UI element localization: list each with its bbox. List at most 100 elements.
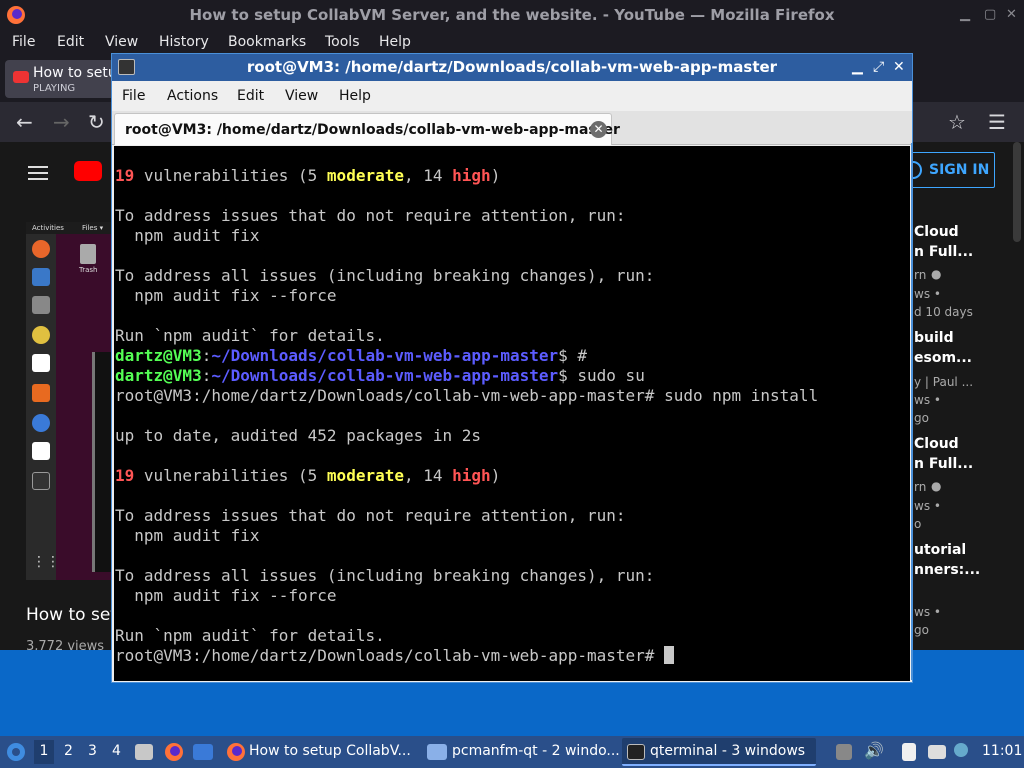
maximize-icon[interactable]: ▢ <box>984 0 996 30</box>
menu-edit[interactable]: Edit <box>237 88 264 104</box>
menu-file[interactable]: File <box>122 88 145 104</box>
page-scrollbar[interactable] <box>1013 142 1021 242</box>
update-icon[interactable] <box>954 743 968 757</box>
terminal-scrollbar[interactable] <box>911 143 913 680</box>
terminal-line: To address all issues (including breakin… <box>114 266 910 286</box>
task-qterminal[interactable]: qterminal - 3 windows <box>622 738 816 766</box>
menu-help[interactable]: Help <box>339 88 371 104</box>
rec-age: o <box>914 517 922 531</box>
menu-actions[interactable]: Actions <box>167 88 218 104</box>
rec-title[interactable]: build <box>914 330 954 346</box>
minimize-icon[interactable]: ▁ <box>852 54 863 81</box>
terminal-line: npm audit fix --force <box>114 286 910 306</box>
reload-icon[interactable]: ↻ <box>88 110 105 134</box>
terminal-text: npm audit fix <box>115 226 260 245</box>
vm-topbar: Activities Files ▾ <box>26 222 114 234</box>
help-icon <box>32 414 50 432</box>
close-icon[interactable]: ✕ <box>1006 0 1017 30</box>
menu-edit[interactable]: Edit <box>57 34 84 50</box>
browser-tab[interactable]: How to setu PLAYING <box>5 60 115 98</box>
rec-title[interactable]: Cloud <box>914 436 959 452</box>
menu-file[interactable]: File <box>12 34 35 50</box>
qterminal-window-title: root@VM3: /home/dartz/Downloads/collab-v… <box>246 58 778 76</box>
file-manager-icon[interactable] <box>135 744 153 760</box>
back-icon[interactable]: ← <box>16 110 33 134</box>
close-tab-icon[interactable]: ✕ <box>590 121 607 138</box>
trash-icon <box>80 244 96 264</box>
terminal-text: 19 <box>115 466 135 485</box>
qterminal-titlebar[interactable]: root@VM3: /home/dartz/Downloads/collab-v… <box>112 54 912 81</box>
rec-channel: y | Paul ... <box>914 375 974 389</box>
menu-view[interactable]: View <box>105 34 138 50</box>
rec-title[interactable]: n Full... <box>914 244 973 260</box>
youtube-logo-icon[interactable] <box>74 161 102 181</box>
volume-icon[interactable]: 🔊 <box>864 741 884 760</box>
show-desktop-icon[interactable] <box>193 744 213 760</box>
terminal-text: ~/Downloads/collab-vm-web-app-master <box>211 366 559 385</box>
terminal-text: vulnerabilities (5 <box>134 466 327 485</box>
youtube-menu-icon[interactable] <box>28 162 48 184</box>
minimize-icon[interactable]: ▁ <box>960 0 970 30</box>
desktop-4[interactable]: 4 <box>112 743 121 759</box>
desktop-3[interactable]: 3 <box>88 743 97 759</box>
bookmark-star-icon[interactable]: ☆ <box>948 110 966 134</box>
terminal-text: high <box>452 466 491 485</box>
tab-playing-status: PLAYING <box>33 83 76 94</box>
terminal-text: moderate <box>326 166 404 185</box>
rec-channel: rn <box>914 480 927 494</box>
firefox-icon <box>227 743 245 761</box>
network-icon[interactable] <box>928 745 946 759</box>
menu-bookmarks[interactable]: Bookmarks <box>228 34 306 50</box>
qterminal-window: root@VM3: /home/dartz/Downloads/collab-v… <box>111 53 913 683</box>
terminal-text: , 14 <box>403 166 453 185</box>
terminal-text: $ # <box>558 346 588 365</box>
start-menu-icon[interactable] <box>6 742 26 762</box>
firefox-icon[interactable] <box>164 742 184 762</box>
verified-icon: ● <box>931 479 942 493</box>
terminal-line: npm audit fix <box>114 226 910 246</box>
terminal-text: ) <box>490 166 501 185</box>
folder-icon <box>427 744 447 760</box>
forward-icon[interactable]: → <box>53 110 70 134</box>
menu-view[interactable]: View <box>285 88 318 104</box>
terminal-text: moderate <box>326 466 404 485</box>
terminal-text: To address issues that do not require at… <box>115 506 626 525</box>
maximize-icon[interactable]: ⤢ <box>873 54 884 81</box>
rec-views: ws • <box>914 393 941 407</box>
terminal-output[interactable]: 19 vulnerabilities (5 moderate, 14 high)… <box>114 146 910 681</box>
rec-title[interactable]: nners:... <box>914 562 980 578</box>
desktop-1[interactable]: 1 <box>34 740 54 764</box>
hamburger-menu-icon[interactable]: ☰ <box>988 110 1006 134</box>
desktop-2[interactable]: 2 <box>64 743 73 759</box>
notes-icon[interactable] <box>902 743 916 761</box>
rec-title[interactable]: utorial <box>914 542 966 558</box>
rec-title[interactable]: esom... <box>914 350 972 366</box>
menu-tools[interactable]: Tools <box>325 34 360 50</box>
terminal-tab-title: root@VM3: /home/dartz/Downloads/collab-v… <box>125 122 620 138</box>
terminal-line: up to date, audited 452 packages in 2s <box>114 426 910 446</box>
qterminal-menubar: File Actions Edit View Help <box>112 81 912 111</box>
rec-views: ws • <box>914 605 941 619</box>
rec-title[interactable]: n Full... <box>914 456 973 472</box>
rec-title[interactable]: Cloud <box>914 224 959 240</box>
writer-icon <box>32 354 50 372</box>
terminal-tab[interactable]: root@VM3: /home/dartz/Downloads/collab-v… <box>114 113 620 145</box>
terminal-cursor <box>664 646 675 664</box>
task-firefox[interactable]: How to setup CollabV... <box>222 738 416 766</box>
terminal-line: To address all issues (including breakin… <box>114 566 910 586</box>
terminal-text: high <box>452 166 491 185</box>
menu-help[interactable]: Help <box>379 34 411 50</box>
terminal-line: Run `npm audit` for details. <box>114 326 910 346</box>
rhythmbox-icon <box>32 326 50 344</box>
terminal-text: , 14 <box>403 466 453 485</box>
clipboard-icon[interactable] <box>836 744 852 760</box>
video-title[interactable]: How to set <box>26 605 117 625</box>
task-pcmanfm[interactable]: pcmanfm-qt - 2 windo... <box>422 738 620 766</box>
terminal-text: npm audit fix <box>115 526 260 545</box>
menu-history[interactable]: History <box>159 34 209 50</box>
close-icon[interactable]: ✕ <box>893 54 905 81</box>
files-icon <box>32 296 50 314</box>
video-player[interactable]: Activities Files ▾ ⋮⋮ Trash <box>26 222 114 580</box>
